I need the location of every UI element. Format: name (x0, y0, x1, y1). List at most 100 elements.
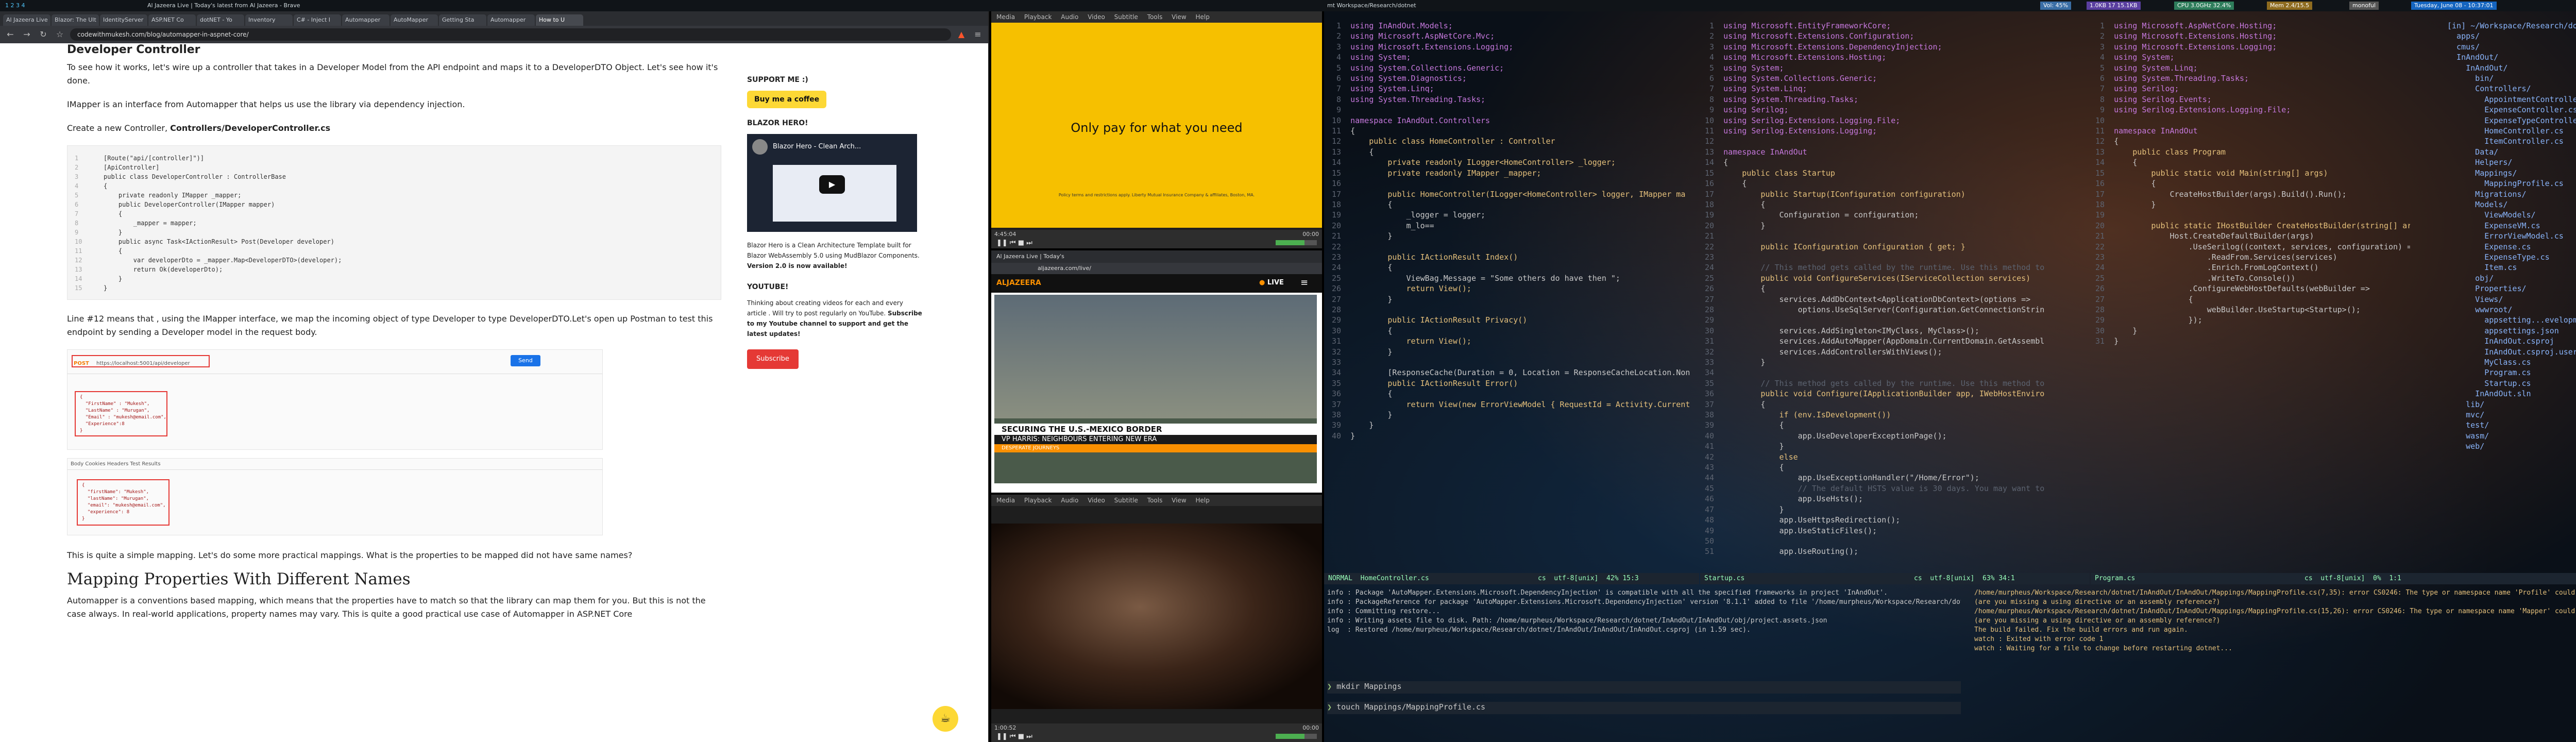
browser-tab[interactable]: Blazor: The Ult (52, 14, 99, 26)
live-badge[interactable]: ● LIVE (1259, 279, 1284, 286)
menu-item[interactable]: View (1172, 13, 1186, 21)
code-line: InAndOut/ (2447, 63, 2508, 73)
code-line: 14 private readonly ILogger<HomeControll… (1327, 158, 1616, 167)
menu-icon[interactable]: ≡ (972, 28, 984, 41)
code-line: 31 } (2091, 336, 2119, 346)
editor-pane-startup[interactable]: 1 using Microsoft.EntityFrameworkCore; 2… (1700, 21, 2087, 587)
log-line: The build failed. Fix the build errors a… (1974, 626, 2188, 634)
forward-icon[interactable]: → (21, 28, 33, 41)
shell-prompt[interactable]: ❯ mkdir Mappings (1327, 681, 1961, 694)
code-line: 34 (1700, 368, 1724, 378)
back-icon[interactable]: ← (4, 28, 16, 41)
browser-tab[interactable]: IdentityServer (100, 14, 147, 26)
browser-tab[interactable]: Al Jazeera Live (3, 14, 50, 26)
menu-item[interactable]: Video (1088, 497, 1105, 504)
code-line: 30 services.AddSingleton<IMyClass, MyCla… (1700, 326, 1979, 335)
browser-tab[interactable]: AutoMapper (391, 14, 438, 26)
youtube-embed[interactable]: Blazor Hero - Clean Arch... ▶ (747, 134, 917, 232)
browser-tab-active[interactable]: Al Jazeera Live | Today's (991, 250, 1322, 263)
address-bar[interactable]: aljazeera.com/live/ (991, 263, 1322, 274)
volume-status[interactable]: Vol: 45% (2040, 2, 2072, 10)
json-line: "lastName": "Murugan", (82, 496, 149, 501)
coffee-floating-icon[interactable]: ☕ (933, 706, 958, 732)
subscribe-button[interactable]: Subscribe (747, 349, 799, 369)
play-icon[interactable]: ▶ (819, 175, 845, 194)
code-line: 28 options.UseSqlServer(Configuration.Ge… (1700, 305, 2045, 314)
shell-prompt[interactable]: ❯ touch Mappings/MappingProfile.cs (1327, 702, 1961, 714)
code-line: 8 using System.Threading.Tasks; (1327, 94, 1486, 104)
network-status: 1.0KB 17 15.1KB (2087, 2, 2141, 10)
code-line: Views/ (2447, 294, 2503, 304)
menu-item[interactable]: Subtitle (1114, 13, 1138, 21)
menu-item[interactable]: Media (996, 13, 1015, 21)
paragraph: Line #12 means that , using the IMapper … (67, 314, 713, 337)
editor-pane-homecontroller[interactable]: 1 using InAndOut.Models; 2 using Microso… (1327, 21, 1697, 587)
code-line: var developerDto = _mapper.Map<Developer… (104, 257, 342, 264)
code-line: AppointmentController.cs (2484, 94, 2576, 104)
menu-item[interactable]: Help (1195, 13, 1209, 21)
command-text: mkdir Mappings (1336, 682, 1402, 691)
code-line: 39 { (1700, 420, 1784, 430)
menu-item[interactable]: Tools (1147, 13, 1163, 21)
code-line: 4 using System; (1327, 53, 1411, 62)
line-number: 6 (75, 201, 79, 208)
volume-slider[interactable] (1276, 240, 1317, 245)
browser-tab[interactable]: Automapper (487, 14, 535, 26)
log-line: /home/murpheus/Workspace/Research/dotnet… (1974, 608, 2575, 625)
pause-icon[interactable]: ❚❚ ⏮ ■ ⏭ (996, 239, 1032, 247)
workspace-indicator[interactable]: 1 2 3 4 (2, 2, 28, 10)
code-line: 7 using Serilog; (2091, 84, 2179, 94)
address-bar[interactable]: codewithmukesh.com/blog/automapper-in-as… (70, 28, 951, 41)
browser-tab[interactable]: dotNET - Yo (197, 14, 244, 26)
menu-item[interactable]: Playback (1024, 497, 1052, 504)
code-line: 13 namespace InAndOut (1700, 147, 1807, 157)
brave-shield-icon[interactable]: ▲ (955, 28, 968, 41)
menu-item[interactable]: View (1172, 497, 1186, 504)
code-line: 26 { (1700, 284, 1766, 294)
browser-tab[interactable]: Inventory (245, 14, 293, 26)
browser-tab-active[interactable]: How to U (536, 14, 583, 26)
browser-tab[interactable]: ASP.NET Co (148, 14, 196, 26)
code-line: 18 } (2091, 199, 2156, 209)
menu-item[interactable]: Tools (1147, 497, 1163, 504)
live-video[interactable]: SECURING THE U.S.-MEXICO BORDER VP HARRI… (994, 295, 1317, 483)
menu-item[interactable]: Audio (1061, 497, 1078, 504)
buy-me-coffee-button[interactable]: Buy me a coffee (747, 91, 827, 108)
code-line: 17 public Startup(IConfiguration configu… (1700, 189, 1965, 199)
menu-item[interactable]: Video (1088, 13, 1105, 21)
code-line: InAndOut/ (2447, 53, 2499, 62)
code-line: 11 namespace InAndOut (2091, 126, 2198, 136)
code-line: [Route("api/[controller]")] (104, 155, 205, 162)
code-line: 15 public static void Main(string[] args… (2091, 168, 2328, 178)
browser-tab[interactable]: Getting Sta (439, 14, 486, 26)
pause-icon[interactable]: ❚❚ ⏮ ■ ⏭ (996, 733, 1032, 740)
menu-item[interactable]: Audio (1061, 13, 1078, 21)
code-line: 15 public class Startup (1700, 168, 1835, 178)
subheadline-banner: VP HARRIS: NEIGHBOURS ENTERING NEW ERA (994, 435, 1317, 444)
file-explorer[interactable]: [in] ~/Workspace/Research/dot apps/ cmus… (2447, 21, 2576, 464)
hamburger-icon[interactable]: ≡ (1300, 277, 1308, 288)
code-line: 19 _logger = logger; (1327, 210, 1486, 220)
volume-slider[interactable] (1276, 734, 1317, 739)
editor-pane-program[interactable]: 1 using Microsoft.AspNetCore.Hosting; 2 … (2091, 21, 2410, 587)
status-line: NORMAL HomeController.cs cs utf-8[unix] … (1324, 573, 1699, 584)
code-line: _mapper = mapper; (104, 220, 197, 227)
browser-tab[interactable]: C# - Inject I (294, 14, 341, 26)
line-number: 8 (75, 220, 79, 227)
browser-tab[interactable]: Automapper (342, 14, 389, 26)
line-number: 7 (75, 210, 79, 217)
json-line: "LastName" : "Murugan", (80, 408, 150, 413)
code-line: 11 { (1327, 126, 1355, 136)
line-number: 3 (75, 173, 79, 180)
bookmark-icon[interactable]: ☆ (54, 28, 66, 41)
sidebar-text: Thinking about creating videos for each … (747, 298, 922, 339)
menu-item[interactable]: Media (996, 497, 1015, 504)
code-line: 36 { (1327, 389, 1393, 399)
menu-item[interactable]: Subtitle (1114, 497, 1138, 504)
video-frame (991, 524, 1322, 709)
menu-item[interactable]: Help (1195, 497, 1209, 504)
code-line: 22 (1327, 242, 1351, 251)
reload-icon[interactable]: ↻ (37, 28, 49, 41)
menu-item[interactable]: Playback (1024, 13, 1052, 21)
code-line: 35 // This method gets called by the run… (1700, 378, 2045, 388)
